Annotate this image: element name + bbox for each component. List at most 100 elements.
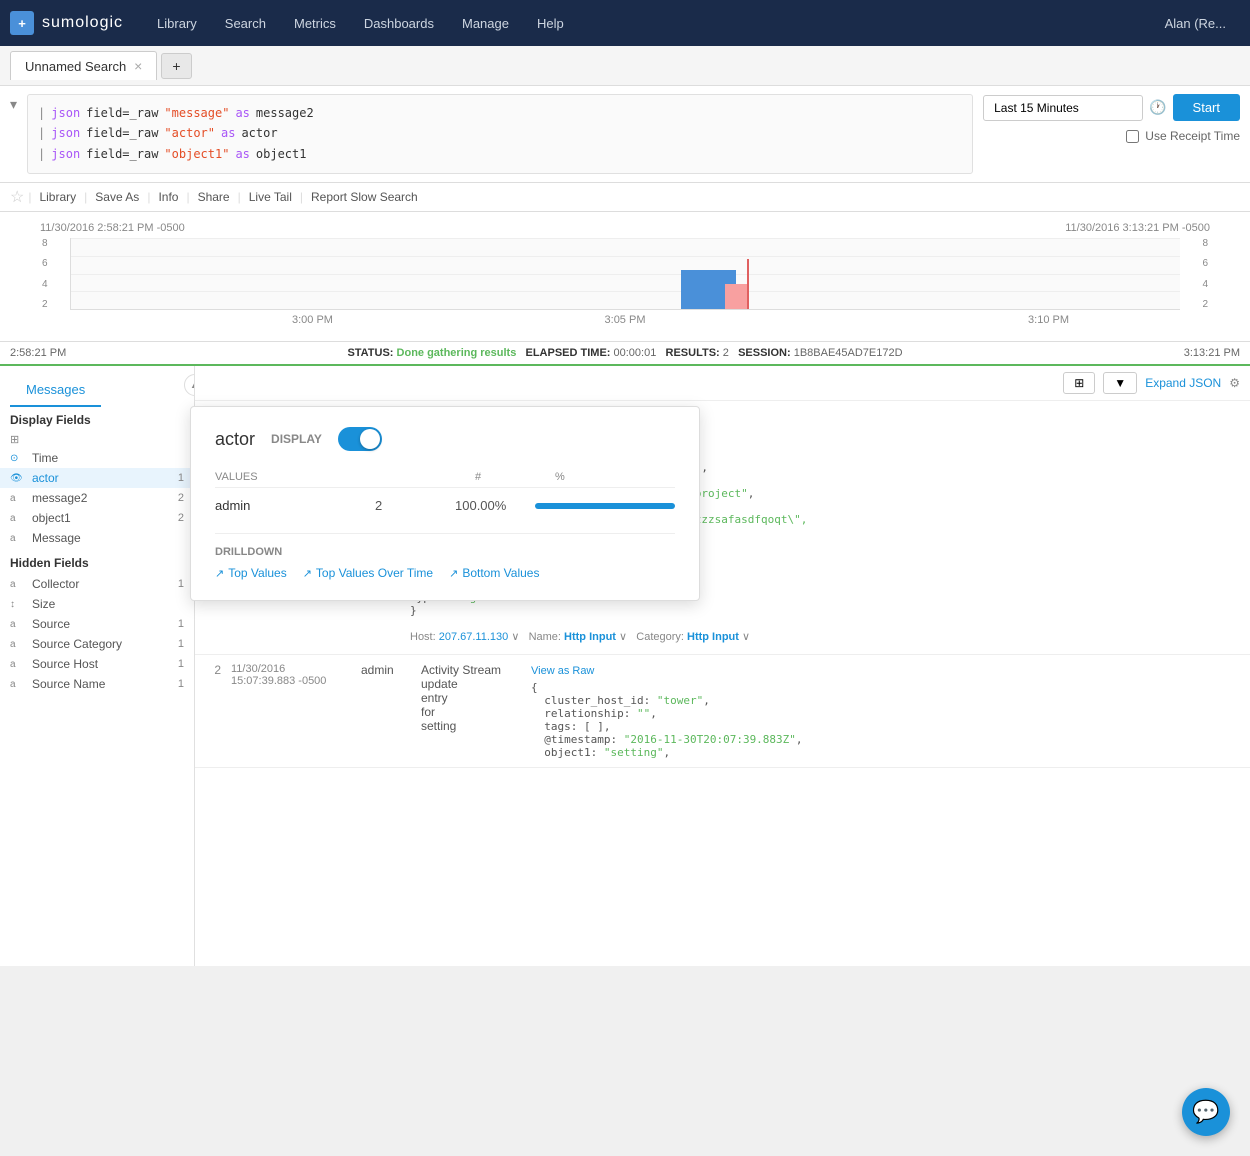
time-range-input[interactable] — [983, 95, 1143, 121]
sidebar-item-source[interactable]: a Source 1 — [0, 614, 194, 634]
clock-icon[interactable]: 🕐 — [1149, 99, 1166, 116]
nav-search[interactable]: Search — [211, 0, 280, 46]
query-right: 🕐 Start Use Receipt Time — [983, 94, 1240, 143]
host-bar: Host: 207.67.11.130 ∨ Name: Http Input ∨… — [410, 627, 1240, 646]
start-button[interactable]: Start — [1173, 94, 1240, 121]
popup-header: actor DISPLAY — [215, 427, 675, 451]
logo-area: + sumologic — [10, 11, 123, 35]
sidebar-collapse-btn[interactable]: ▲ — [184, 374, 195, 396]
external-link-icon-2: ↗ — [303, 567, 312, 580]
expand-json-btn[interactable]: Expand JSON — [1145, 376, 1221, 390]
display-toggle[interactable] — [338, 427, 382, 451]
view-raw-link[interactable]: View as Raw — [531, 665, 594, 677]
sidebar-item-size[interactable]: ↕ Size — [0, 594, 194, 614]
field-icon-size: ↕ — [10, 599, 26, 610]
popup-table-header: VALUES # % — [215, 467, 675, 488]
sidebar-item-object1[interactable]: a object1 2 — [0, 508, 194, 528]
query-area: ▾ | json field=_raw "message" as message… — [0, 86, 1250, 183]
status-text: STATUS: Done gathering results ELAPSED T… — [347, 347, 902, 359]
row-message: Activity Streamupdateentryforsetting — [421, 663, 521, 759]
chart-bar-pink — [725, 284, 747, 309]
top-nav: + sumologic Library Search Metrics Dashb… — [0, 0, 1250, 46]
tab-add-button[interactable]: + — [161, 53, 191, 79]
category-link[interactable]: Http Input — [687, 631, 739, 643]
sidebar-item-source-category[interactable]: a Source Category 1 — [0, 634, 194, 654]
toolbar-share[interactable]: Share — [194, 188, 234, 206]
toolbar-live-tail[interactable]: Live Tail — [245, 188, 296, 206]
messages-tabs: Messages — [10, 374, 184, 407]
field-icon-source-name: a — [10, 679, 26, 690]
popup-drilldown-label: DRILLDOWN — [215, 546, 675, 558]
name-link[interactable]: Http Input — [564, 631, 616, 643]
use-receipt-label: Use Receipt Time — [1145, 129, 1240, 143]
row-num: 2 — [205, 663, 221, 759]
chart-line-red — [747, 259, 749, 309]
tab-unnamed-search[interactable]: Unnamed Search × — [10, 51, 157, 80]
chart-bars-area — [70, 238, 1180, 310]
star-icon[interactable]: ☆ — [10, 187, 24, 207]
toolbar-info[interactable]: Info — [154, 188, 182, 206]
field-icon-collector: a — [10, 579, 26, 590]
sidebar-item-message[interactable]: a Message — [0, 528, 194, 548]
chart-end-time: 11/30/2016 3:13:21 PM -0500 — [1065, 222, 1210, 234]
tab-bar: Unnamed Search × + — [0, 46, 1250, 86]
time-circle-icon: ⊙ — [10, 453, 26, 464]
chart-timestamps: 11/30/2016 2:58:21 PM -0500 11/30/2016 3… — [40, 222, 1210, 234]
field-icon-source-category: a — [10, 639, 26, 650]
popup-display-label: DISPLAY — [271, 432, 322, 446]
search-toolbar: ☆ | Library | Save As | Info | Share | L… — [0, 183, 1250, 212]
display-fields-title: Display Fields — [0, 407, 194, 431]
eye-icon: 👁 — [10, 473, 26, 484]
sidebar-item-time[interactable]: ⊙ Time — [0, 448, 194, 468]
display-fields-copy-icon[interactable]: ⊞ — [0, 431, 194, 448]
query-line-3: | json field=_raw "object1" as object1 — [38, 144, 962, 164]
nav-dashboards[interactable]: Dashboards — [350, 0, 448, 46]
nav-metrics[interactable]: Metrics — [280, 0, 350, 46]
sidebar-item-source-name[interactable]: a Source Name 1 — [0, 674, 194, 694]
top-values-over-time-link[interactable]: ↗ Top Values Over Time — [303, 566, 433, 580]
toolbar-report-slow[interactable]: Report Slow Search — [307, 188, 422, 206]
query-editor[interactable]: | json field=_raw "message" as message2 … — [27, 94, 973, 174]
top-values-link[interactable]: ↗ Top Values — [215, 566, 287, 580]
chat-icon: 💬 — [1192, 1099, 1219, 1125]
settings-icon[interactable]: ⚙ — [1229, 376, 1240, 390]
popup-drilldown: DRILLDOWN ↗ Top Values ↗ Top Values Over… — [215, 533, 675, 580]
sidebar-item-source-host[interactable]: a Source Host 1 — [0, 654, 194, 674]
nav-library[interactable]: Library — [143, 0, 211, 46]
query-line-1: | json field=_raw "message" as message2 — [38, 103, 962, 123]
chat-bubble-button[interactable]: 💬 — [1182, 1088, 1230, 1136]
y-labels-right: 8 6 4 2 — [1202, 238, 1208, 310]
tab-close-icon[interactable]: × — [134, 58, 142, 74]
field-icon-source: a — [10, 619, 26, 630]
down-button[interactable]: ▼ — [1103, 372, 1137, 394]
use-receipt-checkbox[interactable] — [1126, 130, 1139, 143]
toolbar-save-as[interactable]: Save As — [91, 188, 143, 206]
sidebar-item-message2[interactable]: a message2 2 — [0, 488, 194, 508]
main-content: Messages ▲ Display Fields ⊞ ⊙ Time 👁 act… — [0, 366, 1250, 966]
tab-messages[interactable]: Messages — [10, 374, 101, 407]
nav-manage[interactable]: Manage — [448, 0, 523, 46]
sidebar-item-collector[interactable]: a Collector 1 — [0, 574, 194, 594]
field-icon-message2: a — [10, 493, 26, 504]
logo-icon: + — [10, 11, 34, 35]
toggle-knob — [360, 429, 380, 449]
format-button[interactable]: ⊞ — [1063, 372, 1095, 394]
popup-drilldown-links: ↗ Top Values ↗ Top Values Over Time ↗ Bo… — [215, 566, 675, 580]
logo-text: sumologic — [42, 14, 123, 32]
status-right-time: 3:13:21 PM — [1184, 347, 1240, 359]
popup-overlay: actor DISPLAY VALUES # % admin 2 100.00%… — [190, 406, 700, 601]
sidebar-item-actor[interactable]: 👁 actor 1 — [0, 468, 194, 488]
toolbar-library[interactable]: Library — [35, 188, 80, 206]
hidden-fields-title: Hidden Fields — [0, 548, 194, 574]
host-link[interactable]: 207.67.11.130 — [439, 631, 509, 643]
nav-help[interactable]: Help — [523, 0, 578, 46]
chart-x-labels: 3:00 PM 3:05 PM 3:10 PM — [70, 314, 1180, 326]
bottom-values-link[interactable]: ↗ Bottom Values — [449, 566, 539, 580]
actor-popup: actor DISPLAY VALUES # % admin 2 100.00%… — [190, 406, 700, 601]
status-bar: 2:58:21 PM STATUS: Done gathering result… — [0, 342, 1250, 366]
field-icon-object1: a — [10, 513, 26, 524]
field-icon-message: a — [10, 533, 26, 544]
query-toggle[interactable]: ▾ — [10, 96, 17, 113]
external-link-icon: ↗ — [215, 567, 224, 580]
chart-container: 11/30/2016 2:58:21 PM -0500 11/30/2016 3… — [0, 212, 1250, 342]
